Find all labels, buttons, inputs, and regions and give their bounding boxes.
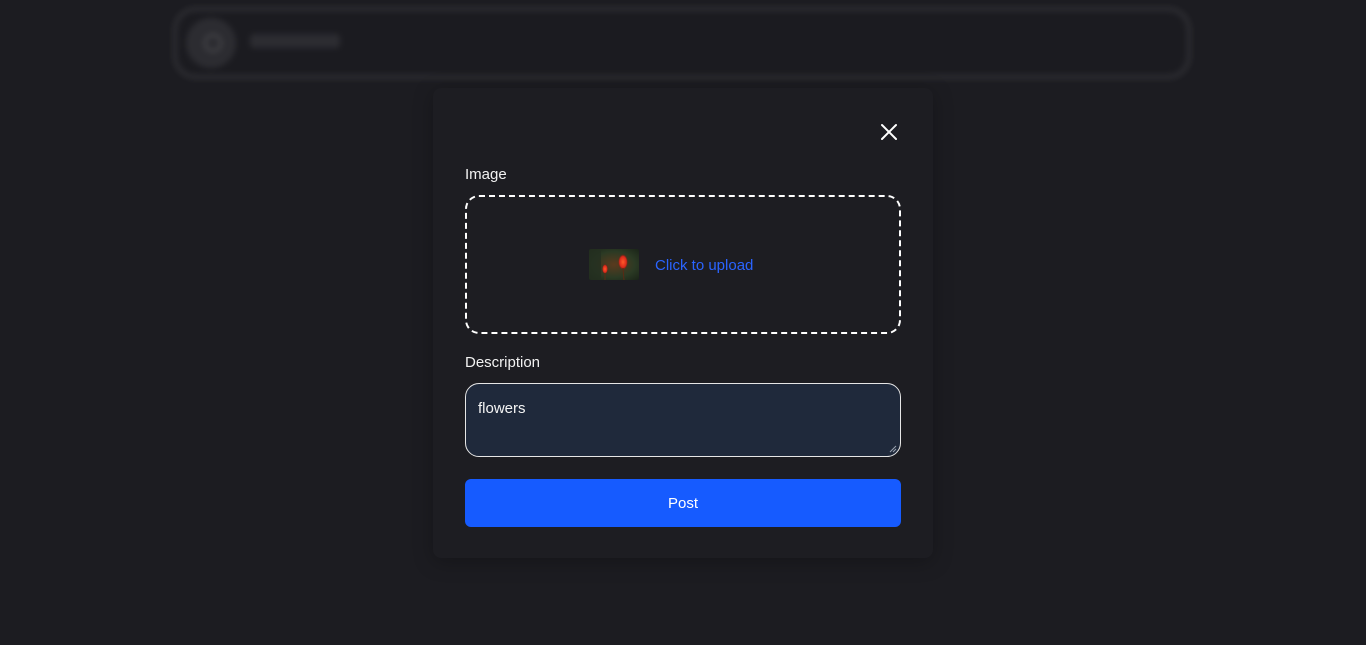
image-thumbnail xyxy=(589,249,639,280)
close-button[interactable] xyxy=(877,120,901,144)
search-placeholder xyxy=(250,34,340,48)
post-button[interactable]: Post xyxy=(465,479,901,527)
upload-link[interactable]: Click to upload xyxy=(655,257,753,274)
create-post-modal: Image Click to upload Description flower… xyxy=(433,88,933,558)
description-value: flowers xyxy=(478,400,526,417)
description-textarea[interactable]: flowers xyxy=(465,383,901,457)
image-label: Image xyxy=(465,166,507,183)
search-icon xyxy=(186,18,236,68)
close-icon xyxy=(881,124,897,140)
image-upload-dropzone[interactable]: Click to upload xyxy=(465,195,901,334)
resize-grip-icon[interactable] xyxy=(889,445,897,453)
background-search-bar xyxy=(178,12,1186,74)
description-label: Description xyxy=(465,354,541,371)
post-button-label: Post xyxy=(667,494,698,512)
